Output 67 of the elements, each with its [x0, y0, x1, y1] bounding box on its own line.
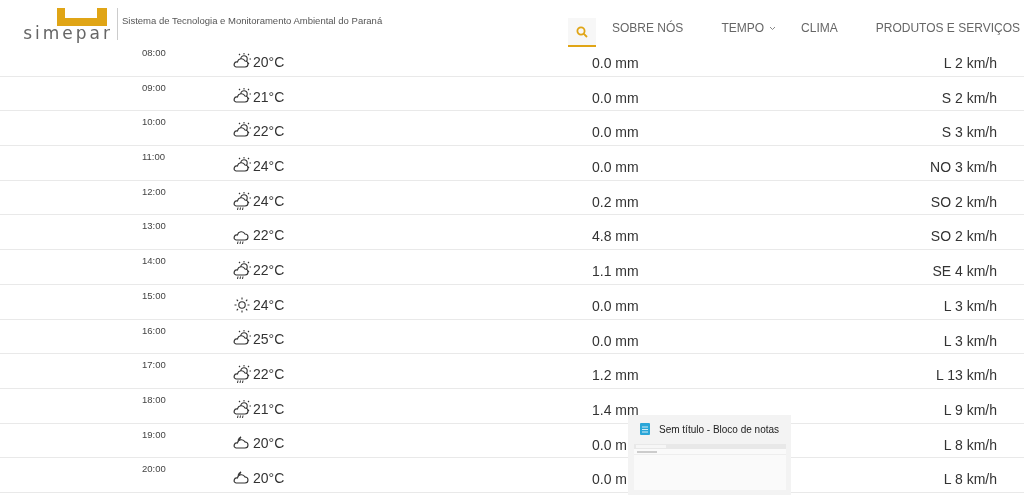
temperature-cell: 20°C: [253, 435, 285, 452]
rainfall-cell: 0.0 mm: [592, 297, 639, 314]
wind-cell: S 2 km/h: [941, 89, 997, 106]
rainfall-cell: 0.0 mm: [592, 124, 639, 141]
temperature-cell: 21°C: [253, 400, 285, 417]
sun-cloud-rain-icon: [232, 190, 252, 211]
temperature-cell: 22°C: [253, 123, 285, 140]
wind-cell: SO 2 km/h: [930, 228, 997, 245]
sun-cloud-rain-icon: [232, 364, 252, 385]
temperature-cell: 22°C: [253, 366, 285, 383]
sun-cloud-rain-icon: [232, 398, 252, 419]
hour-cell-text: 14:00: [141, 254, 167, 269]
rainfall-cell: 4.8 mm: [592, 228, 639, 245]
wind-cell: L 9 km/h: [943, 401, 997, 418]
rainfall-cell: 0.0 mm: [592, 89, 639, 106]
rainfall-cell: 1.4 mm: [592, 401, 639, 418]
search-button[interactable]: [568, 18, 596, 47]
temperature-cell: 20°C: [253, 53, 285, 70]
hour-cell-text: 16:00: [141, 323, 167, 338]
temperature-cell: 21°C: [253, 88, 285, 105]
wind-cell: S 3 km/h: [941, 124, 997, 141]
rainfall-cell: 0.0 mm: [592, 55, 639, 71]
hour-cell-text: 13:00: [141, 219, 167, 234]
hour-cell-text: 08:00: [141, 46, 167, 60]
site-tagline: Sistema de Tecnologia e Monitoramento Ambiental do Paraná: [122, 15, 383, 26]
rainfall-cell: 0.2 mm: [592, 193, 639, 210]
hour-cell-text: 18:00: [141, 392, 167, 407]
hour-cell-text: 20:00: [141, 462, 167, 477]
hour-cell-text: 15:00: [141, 288, 167, 303]
hour-cell-text: 12:00: [141, 184, 167, 199]
temperature-cell: 24°C: [253, 296, 285, 313]
hour-cell-text: 10:00: [141, 115, 167, 130]
hour-cell-text: 17:00: [141, 358, 167, 373]
nav-dropdown[interactable]: TEMPO: [721, 21, 777, 47]
rainfall-cell: 0.0 m: [592, 471, 627, 488]
temperature-cell: 20°C: [253, 470, 285, 487]
hour-cell-text: 09:00: [141, 80, 167, 95]
caret-icon: [769, 25, 777, 31]
wind-cell: L 13 km/h: [936, 367, 997, 384]
rainfall-cell: 0.0 mm: [592, 159, 639, 176]
notepad-icon: [639, 422, 651, 436]
temperature-cell: 25°C: [253, 331, 285, 348]
preview-title: Sem título - Bloco de notas: [659, 423, 780, 435]
hour-cell-text: 11:00: [141, 150, 167, 165]
temperature-cell: 22°C: [253, 261, 285, 278]
wind-cell: L 3 km/h: [943, 332, 997, 349]
rainfall-cell: 0.0 mm: [592, 332, 639, 349]
sun-cloud-rain-icon: [232, 259, 252, 280]
wind-cell: SO 2 km/h: [930, 193, 997, 210]
wind-cell: L 8 km/h: [943, 436, 997, 453]
search-icon: [576, 25, 588, 38]
wind-cell: L 8 km/h: [943, 471, 997, 488]
temperature-cell: 24°C: [253, 192, 285, 209]
temperature-cell: 24°C: [253, 157, 285, 174]
rainfall-cell: 1.1 mm: [592, 263, 639, 280]
taskbar-preview[interactable]: Sem título - Bloco de notas: [628, 415, 791, 495]
nav-link[interactable]: PRODUTOS E SERVIÇOS: [875, 21, 1020, 47]
hour-cell-text: 19:00: [141, 427, 167, 442]
nav-link[interactable]: SOBRE NÓS: [612, 21, 684, 47]
temperature-cell: 22°C: [253, 227, 285, 244]
wind-cell: NO 3 km/h: [930, 159, 997, 176]
rainfall-cell: 0.0 m: [592, 436, 627, 453]
wind-cell: SE 4 km/h: [932, 263, 997, 280]
wind-cell: L 2 km/h: [943, 55, 997, 71]
nav-link[interactable]: CLIMA: [801, 21, 838, 47]
rainfall-cell: 1.2 mm: [592, 367, 639, 384]
wind-cell: L 3 km/h: [943, 297, 997, 314]
